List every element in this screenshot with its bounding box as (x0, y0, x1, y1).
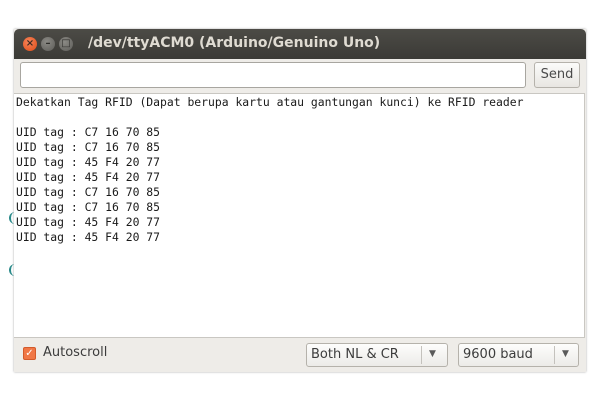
checkmark-icon: ✓ (25, 348, 34, 359)
output-line: UID tag : 45 F4 20 77 (16, 170, 161, 184)
output-line: UID tag : C7 16 70 85 (16, 185, 161, 199)
line-ending-select[interactable]: Both NL & CR ▼ (306, 343, 448, 367)
maximize-icon[interactable]: □ (59, 37, 73, 51)
output-line: UID tag : 45 F4 20 77 (16, 215, 161, 229)
window-title: /dev/ttyACM0 (Arduino/Genuino Uno) (88, 35, 381, 51)
minimize-icon[interactable]: – (41, 37, 55, 51)
output-line: UID tag : 45 F4 20 77 (16, 155, 161, 169)
baud-rate-value: 9600 baud (463, 347, 533, 362)
send-row: Send (14, 59, 586, 93)
line-ending-value: Both NL & CR (311, 347, 399, 362)
close-icon[interactable]: × (23, 37, 37, 51)
serial-send-input[interactable] (20, 62, 526, 88)
output-line: UID tag : C7 16 70 85 (16, 125, 161, 139)
baud-rate-select[interactable]: 9600 baud ▼ (458, 343, 579, 367)
select-divider (554, 346, 555, 364)
send-button[interactable]: Send (534, 62, 580, 88)
chevron-down-icon: ▼ (429, 349, 436, 359)
bottom-toolbar: ✓ Autoscroll Both NL & CR ▼ 9600 baud ▼ (14, 337, 586, 372)
output-line: UID tag : C7 16 70 85 (16, 200, 161, 214)
select-divider (421, 346, 422, 364)
output-line: Dekatkan Tag RFID (Dapat berupa kartu at… (16, 95, 524, 109)
chevron-down-icon: ▼ (562, 349, 569, 359)
background-window-edge (0, 0, 14, 400)
output-line: UID tag : 45 F4 20 77 (16, 230, 161, 244)
serial-output-area[interactable]: Dekatkan Tag RFID (Dapat berupa kartu at… (14, 93, 585, 338)
autoscroll-checkbox[interactable]: ✓ (23, 347, 36, 360)
serial-monitor-window: × – □ /dev/ttyACM0 (Arduino/Genuino Uno)… (14, 29, 586, 372)
autoscroll-label[interactable]: Autoscroll (43, 345, 107, 360)
title-bar: × – □ /dev/ttyACM0 (Arduino/Genuino Uno) (14, 29, 586, 59)
output-line: UID tag : C7 16 70 85 (16, 140, 161, 154)
